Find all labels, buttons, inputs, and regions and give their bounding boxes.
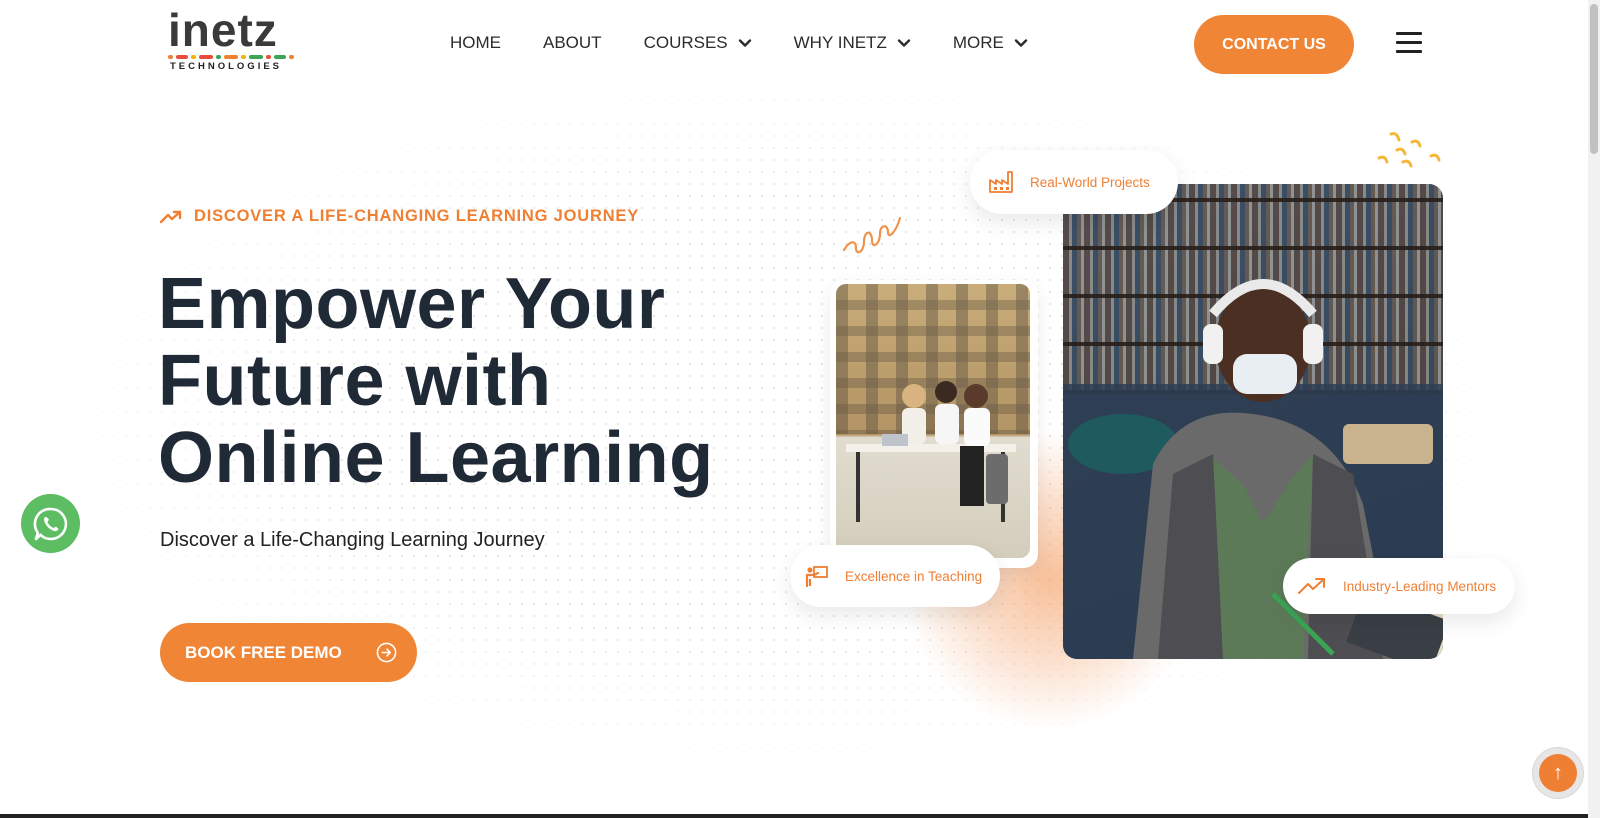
page-scrollbar[interactable]	[1588, 0, 1600, 818]
nav-item-label: WHY INETZ	[793, 33, 887, 52]
badge-excellence-in-teaching: Excellence in Teaching	[790, 545, 1000, 607]
nav-item-label: HOME	[450, 33, 501, 52]
logo-subtitle: TECHNOLOGIES	[170, 61, 283, 72]
hero-title-line: Empower Your	[158, 264, 666, 344]
nav-item-about[interactable]: ABOUT	[543, 33, 602, 53]
badge-real-world-projects: Real-World Projects	[970, 150, 1178, 214]
whatsapp-button[interactable]	[21, 494, 80, 553]
nav-item-why-inetz[interactable]: WHY INETZ	[794, 33, 911, 53]
nav-item-courses[interactable]: COURSES	[644, 33, 752, 53]
logo-word: inetz	[168, 4, 278, 56]
nav-item-label: ABOUT	[543, 33, 602, 52]
bottom-edge-bar	[0, 814, 1600, 818]
chevron-down-icon	[738, 39, 751, 47]
hamburger-menu-icon[interactable]	[1396, 32, 1422, 54]
book-free-demo-label: BOOK FREE DEMO	[185, 642, 342, 662]
scroll-to-top-button[interactable]: ↑	[1533, 748, 1583, 798]
badge-industry-leading-mentors: Industry-Leading Mentors	[1283, 558, 1515, 614]
students-study-photo	[830, 280, 1038, 568]
nav-item-more[interactable]: MORE	[953, 33, 1028, 53]
hero-subtitle: Discover a Life-Changing Learning Journe…	[160, 529, 545, 551]
nav-item-home[interactable]: HOME	[450, 33, 501, 53]
chevron-down-icon	[897, 39, 911, 47]
logo-color-bars	[168, 55, 294, 59]
hero-eyebrow-text: DISCOVER A LIFE-CHANGING LEARNING JOURNE…	[194, 207, 640, 225]
trending-up-icon	[1298, 578, 1325, 594]
trending-up-icon	[160, 210, 182, 223]
brand-logo[interactable]: inetz TECHNOLOGIES	[168, 4, 294, 72]
whatsapp-icon	[33, 507, 67, 540]
site-header: inetz TECHNOLOGIES HOME ABOUT COURSES WH…	[0, 0, 1600, 90]
teacher-board-icon	[805, 566, 828, 588]
hero-title-line: Online Learning	[158, 418, 714, 498]
sparkles-decoration	[1377, 132, 1441, 168]
factory-icon	[989, 171, 1013, 193]
nav-item-label: MORE	[952, 33, 1004, 52]
badge-label: Industry-Leading Mentors	[1343, 578, 1497, 594]
hero-title: Empower Your Future with Online Learning	[158, 266, 714, 497]
badge-label: Real-World Projects	[1030, 174, 1150, 190]
arrow-right-circle-icon	[376, 642, 397, 663]
contact-us-button[interactable]: CONTACT US	[1194, 15, 1354, 74]
arrow-up-icon: ↑	[1539, 754, 1577, 792]
hero-title-line: Future with	[158, 341, 552, 421]
chevron-down-icon	[1014, 39, 1028, 47]
main-nav: HOME ABOUT COURSES WHY INETZ MORE	[450, 33, 1070, 53]
nav-item-label: COURSES	[643, 33, 728, 52]
hero-eyebrow: DISCOVER A LIFE-CHANGING LEARNING JOURNE…	[160, 207, 639, 226]
squiggle-decoration	[842, 216, 902, 254]
scrollbar-thumb[interactable]	[1590, 4, 1598, 154]
book-free-demo-button[interactable]: BOOK FREE DEMO	[160, 623, 417, 682]
badge-label: Excellence in Teaching	[845, 568, 983, 584]
